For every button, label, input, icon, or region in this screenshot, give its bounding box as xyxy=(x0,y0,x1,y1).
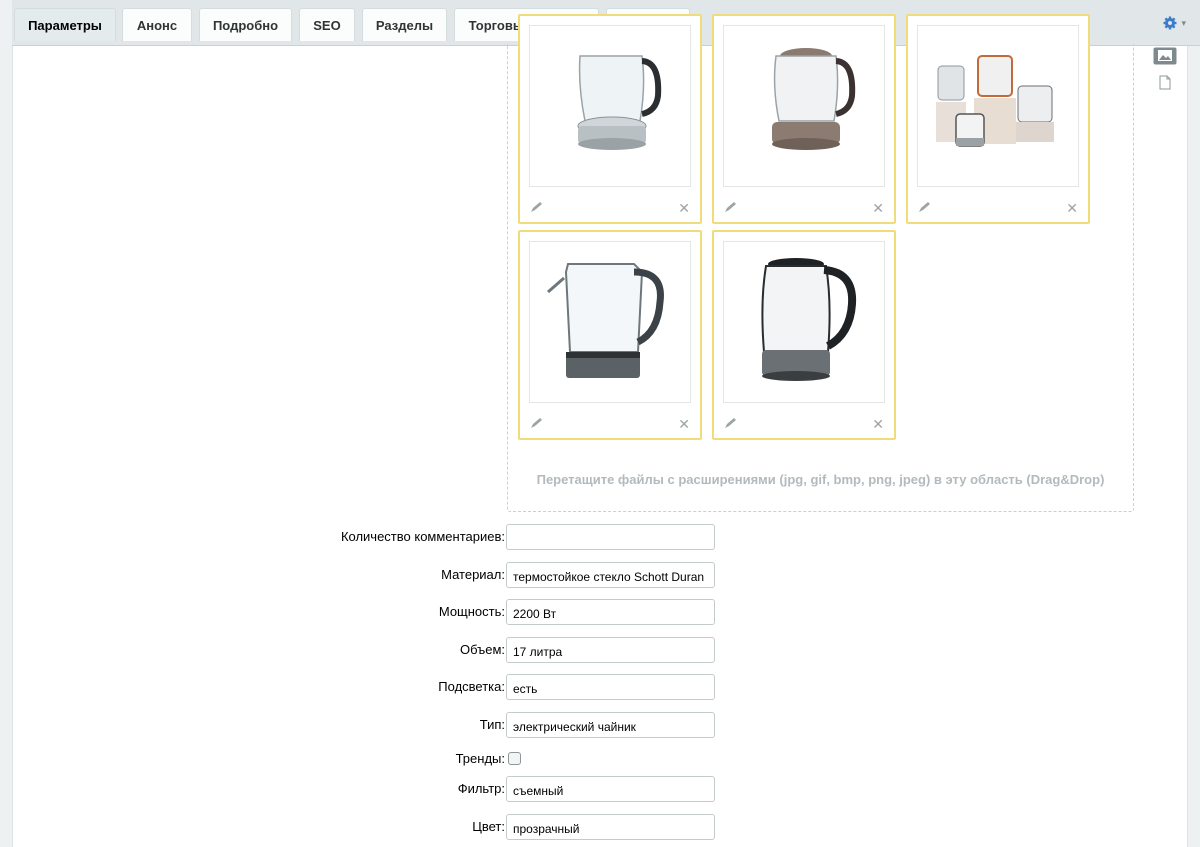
field-label: Цвет: xyxy=(472,819,505,834)
kettle-image xyxy=(723,241,885,403)
filter-input[interactable] xyxy=(506,776,715,802)
content-panel: ✕ ✕ ✕ ✕ ✕ Перетащите файлы с расширениям… xyxy=(12,14,1188,847)
field-label: Тренды: xyxy=(455,751,505,766)
gear-icon xyxy=(1163,16,1177,30)
file-mode-button[interactable] xyxy=(1152,72,1178,92)
delete-icon[interactable]: ✕ xyxy=(872,201,884,215)
pencil-icon[interactable] xyxy=(530,201,544,213)
volume-input[interactable] xyxy=(506,637,715,663)
field-label: Тип: xyxy=(479,717,505,732)
delete-icon[interactable]: ✕ xyxy=(872,417,884,431)
pencil-icon[interactable] xyxy=(918,201,932,213)
tab-parameters[interactable]: Параметры xyxy=(14,8,116,41)
type-input[interactable] xyxy=(506,712,715,738)
field-row-trends: Тренды: xyxy=(13,746,1113,772)
image-dropzone[interactable]: ✕ ✕ ✕ ✕ ✕ Перетащите файлы с расширениям… xyxy=(507,14,1134,512)
tab-details[interactable]: Подробно xyxy=(199,8,292,41)
delete-icon[interactable]: ✕ xyxy=(678,201,690,215)
image-icon xyxy=(1153,47,1177,65)
image-thumbnail[interactable]: ✕ xyxy=(712,14,896,224)
chevron-down-icon: ▾ xyxy=(1181,17,1186,28)
field-row-type: Тип: xyxy=(13,712,1113,738)
pencil-icon[interactable] xyxy=(724,201,738,213)
image-thumbnail[interactable]: ✕ xyxy=(518,230,702,440)
dropzone-hint: Перетащите файлы с расширениями (jpg, gi… xyxy=(536,472,1105,487)
material-input[interactable] xyxy=(506,562,715,588)
field-row-backlight: Подсветка: xyxy=(13,674,1113,700)
color-input[interactable] xyxy=(506,814,715,840)
field-label: Подсветка: xyxy=(438,679,505,694)
image-thumbnail[interactable]: ✕ xyxy=(712,230,896,440)
tab-sections[interactable]: Разделы xyxy=(362,8,447,41)
field-label: Фильтр: xyxy=(457,781,505,796)
pencil-icon[interactable] xyxy=(724,417,738,429)
settings-button[interactable]: ▾ xyxy=(1163,16,1186,30)
field-row-color: Цвет: xyxy=(13,814,1113,840)
pencil-icon[interactable] xyxy=(530,417,544,429)
backlight-input[interactable] xyxy=(506,674,715,700)
kettle-image xyxy=(529,241,691,403)
field-row-volume: Объем: xyxy=(13,637,1113,663)
image-thumbnail[interactable]: ✕ xyxy=(518,14,702,224)
file-icon xyxy=(1159,75,1171,89)
kettle-image xyxy=(723,25,885,187)
field-row-comments: Количество комментариев: xyxy=(13,524,1113,550)
field-row-power: Мощность: xyxy=(13,599,1113,625)
field-label: Количество комментариев: xyxy=(340,529,505,544)
field-row-filter: Фильтр: xyxy=(13,776,1113,802)
kettle-set-image xyxy=(917,25,1079,187)
kettle-image xyxy=(529,25,691,187)
delete-icon[interactable]: ✕ xyxy=(1066,201,1078,215)
trends-checkbox[interactable] xyxy=(508,752,521,765)
comments-count-input[interactable] xyxy=(506,524,715,550)
tab-announce[interactable]: Анонс xyxy=(122,8,192,41)
field-label: Материал: xyxy=(441,567,505,582)
delete-icon[interactable]: ✕ xyxy=(678,417,690,431)
image-thumbnail[interactable]: ✕ xyxy=(906,14,1090,224)
tab-seo[interactable]: SEO xyxy=(299,8,355,41)
field-row-material: Материал: xyxy=(13,562,1113,588)
field-label: Мощность: xyxy=(438,604,505,619)
field-label: Объем: xyxy=(459,642,505,657)
image-mode-button[interactable] xyxy=(1152,46,1178,66)
power-input[interactable] xyxy=(506,599,715,625)
